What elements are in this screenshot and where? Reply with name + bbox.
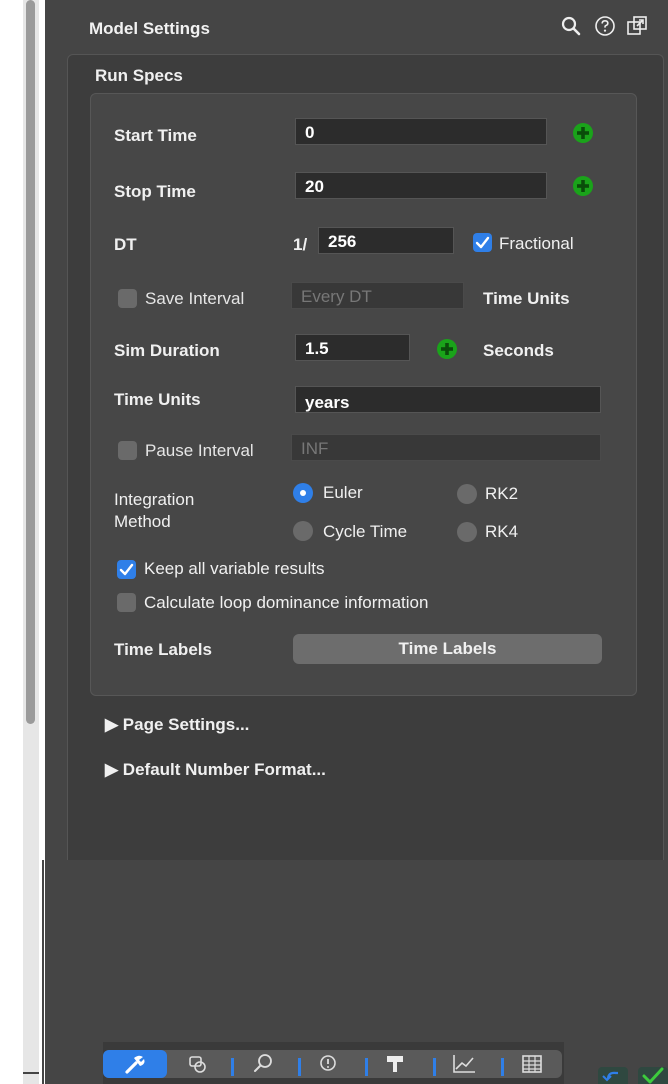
radio-rk4-label: RK4 xyxy=(485,522,519,541)
toolbar-separator xyxy=(298,1058,301,1076)
sim-duration-label: Sim Duration xyxy=(114,341,220,360)
pause-interval-label: Pause Interval xyxy=(145,441,254,460)
divider xyxy=(42,860,44,1084)
search-magnify-icon[interactable] xyxy=(248,1050,278,1078)
radio-euler[interactable] xyxy=(293,483,313,503)
stop-time-label: Stop Time xyxy=(114,182,196,201)
toolbar-separator xyxy=(365,1058,368,1076)
warning-icon[interactable] xyxy=(313,1050,343,1078)
popout-icon[interactable] xyxy=(625,14,649,38)
save-interval-input[interactable]: Every DT xyxy=(291,282,464,309)
fractional-label: Fractional xyxy=(499,234,574,253)
keep-results-label: Keep all variable results xyxy=(144,559,325,578)
radio-rk2-label: RK2 xyxy=(485,484,519,503)
time-units-input[interactable]: years xyxy=(295,386,601,413)
graph-icon[interactable] xyxy=(449,1050,479,1078)
save-interval-units: Time Units xyxy=(483,289,570,308)
dt-input[interactable]: 256 xyxy=(318,227,454,254)
start-time-label: Start Time xyxy=(114,126,197,145)
panel-title: Model Settings xyxy=(89,19,210,38)
radio-rk4[interactable] xyxy=(457,522,477,542)
fractional-checkbox[interactable] xyxy=(473,233,492,252)
format-icon[interactable] xyxy=(380,1050,410,1078)
bottom-toolbar xyxy=(103,1042,564,1084)
add-start-time-icon[interactable] xyxy=(572,122,594,144)
time-labels-label: Time Labels xyxy=(114,640,212,659)
pause-interval-checkbox[interactable] xyxy=(118,441,137,460)
panel-header: Model Settings xyxy=(45,10,668,50)
scrollbar-thumb[interactable] xyxy=(26,0,35,724)
radio-rk2[interactable] xyxy=(457,484,477,504)
undo-button[interactable] xyxy=(598,1067,628,1084)
dt-prefix: 1/ xyxy=(293,235,308,254)
keep-results-checkbox[interactable] xyxy=(117,560,136,579)
toolbar-separator xyxy=(433,1058,436,1076)
add-sim-duration-icon[interactable] xyxy=(436,338,458,360)
pause-interval-input[interactable]: INF xyxy=(291,434,601,461)
save-interval-checkbox[interactable] xyxy=(118,289,137,308)
wrench-icon[interactable] xyxy=(103,1050,167,1078)
default-number-format-disclosure[interactable]: ▶ Default Number Format... xyxy=(105,760,326,780)
integration-label-line1: Integration xyxy=(114,490,195,509)
radio-cycle-time-label: Cycle Time xyxy=(323,522,408,541)
time-units-label: Time Units xyxy=(114,390,201,409)
page-settings-disclosure[interactable]: ▶ Page Settings... xyxy=(105,715,249,735)
radio-euler-label: Euler xyxy=(323,483,363,502)
loop-dominance-label: Calculate loop dominance information xyxy=(144,593,429,612)
shapes-icon[interactable] xyxy=(183,1050,213,1078)
search-icon[interactable] xyxy=(559,14,583,38)
divider xyxy=(23,1072,39,1074)
run-specs-title: Run Specs xyxy=(95,66,183,85)
scrollbar-track[interactable] xyxy=(23,0,39,1084)
add-stop-time-icon[interactable] xyxy=(572,175,594,197)
toolbar-separator xyxy=(501,1058,504,1076)
sim-duration-units: Seconds xyxy=(483,341,554,360)
integration-label-line2: Method xyxy=(114,512,171,531)
help-icon[interactable] xyxy=(593,14,617,38)
save-interval-label: Save Interval xyxy=(145,289,245,308)
sim-duration-input[interactable]: 1.5 xyxy=(295,334,410,361)
toolbar-separator xyxy=(231,1058,234,1076)
dt-label: DT xyxy=(114,235,137,254)
loop-dominance-checkbox[interactable] xyxy=(117,593,136,612)
stop-time-input[interactable]: 20 xyxy=(295,172,547,199)
table-icon[interactable] xyxy=(517,1050,547,1078)
radio-cycle-time[interactable] xyxy=(293,521,313,541)
apply-button[interactable] xyxy=(638,1067,668,1084)
time-labels-button[interactable]: Time Labels xyxy=(293,634,602,664)
start-time-input[interactable]: 0 xyxy=(295,118,547,145)
